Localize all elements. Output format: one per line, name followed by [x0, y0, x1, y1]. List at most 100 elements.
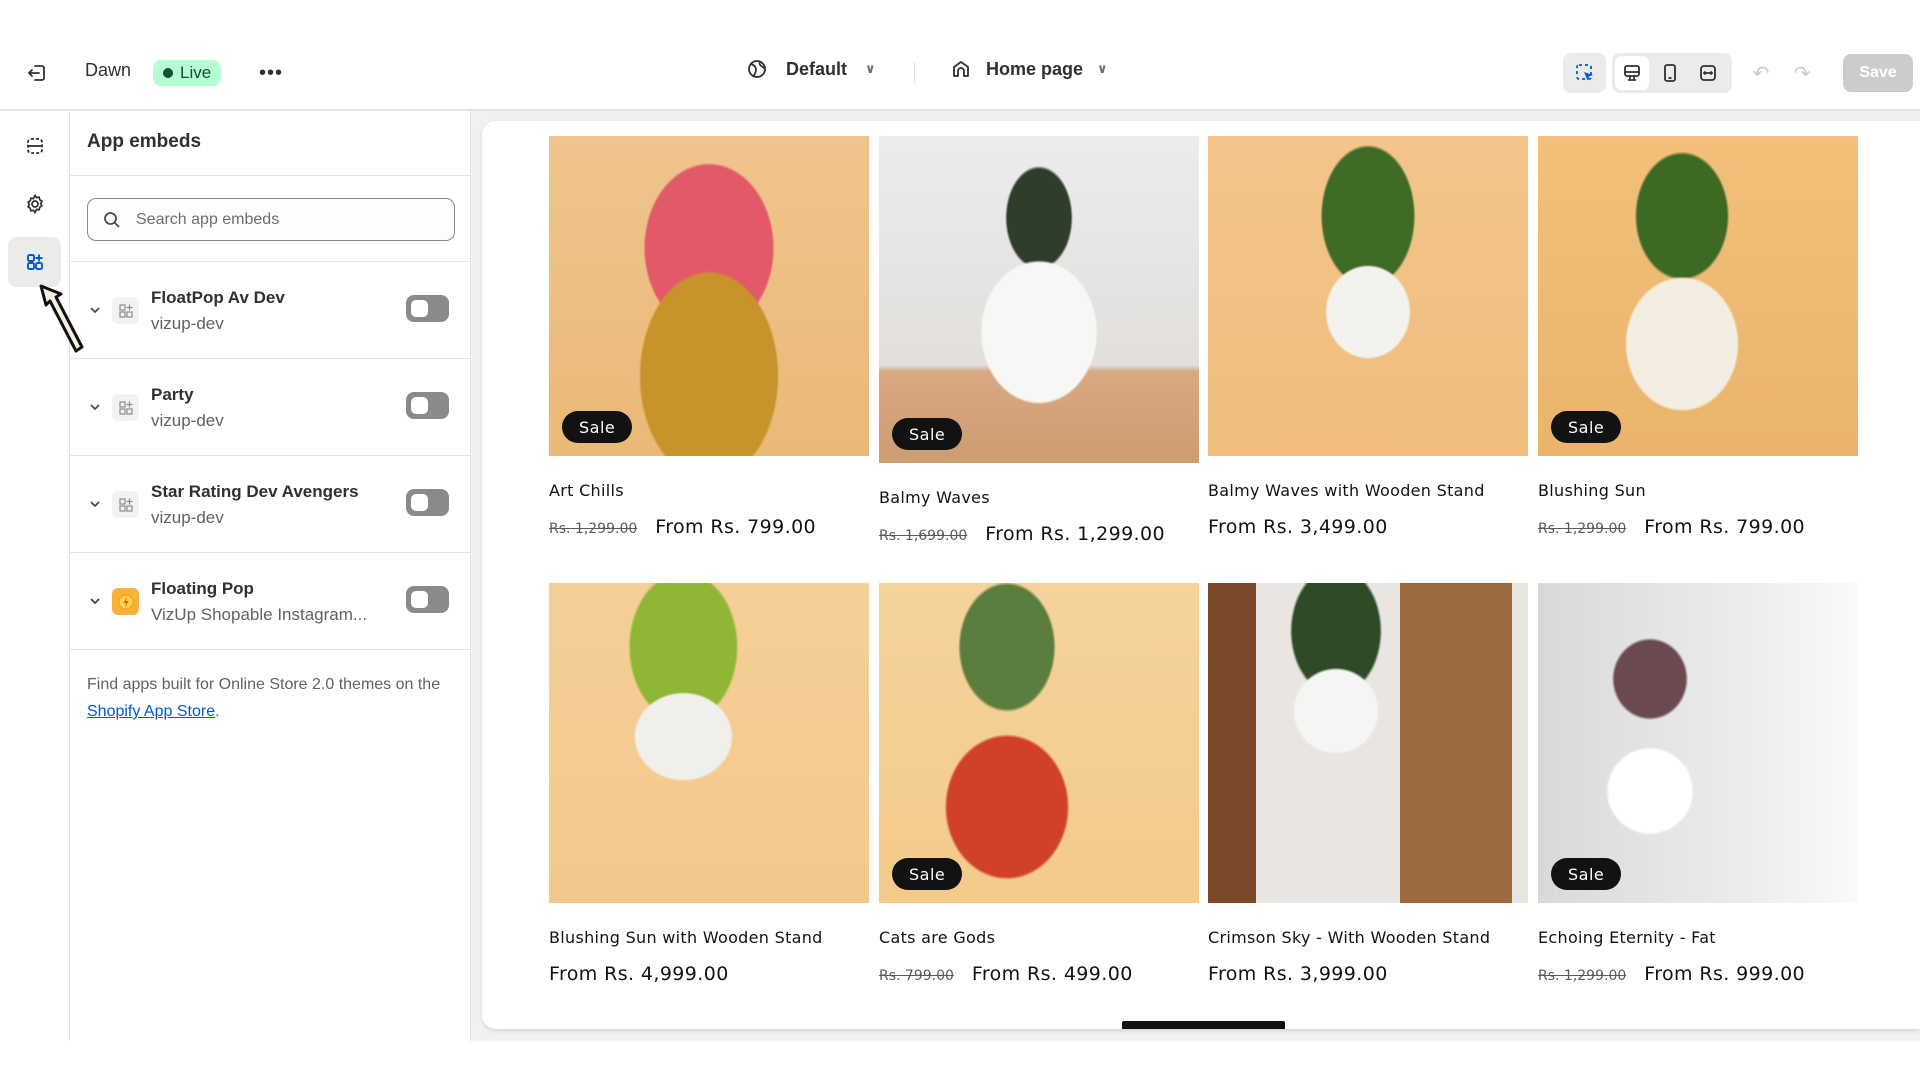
sale-badge: Sale [1551, 858, 1622, 890]
editor-topbar: Dawn Live ••• Default ∨ Home page ∨ ↶ ↷ … [0, 0, 1920, 111]
search-icon [104, 211, 120, 228]
sale-price: From Rs. 499.00 [971, 963, 1133, 985]
sale-badge: Sale [892, 858, 963, 890]
product-title[interactable]: Crimson Sky - With Wooden Stand [1208, 928, 1490, 947]
more-actions-button[interactable]: ••• [256, 58, 286, 88]
globe-icon [748, 60, 766, 78]
preview-scroll-indicator[interactable] [1122, 1021, 1285, 1029]
embed-toggle[interactable] [406, 295, 449, 322]
gear-icon [26, 193, 43, 215]
expand-chevron[interactable] [85, 397, 105, 417]
full-width-button[interactable] [1691, 56, 1725, 90]
product-image[interactable] [1208, 583, 1528, 903]
product-image[interactable]: Sale [1538, 583, 1858, 903]
select-element-icon [1575, 64, 1593, 81]
product-title[interactable]: Blushing Sun [1538, 481, 1646, 500]
search-input[interactable] [136, 210, 426, 229]
expand-chevron[interactable] [85, 300, 105, 320]
exit-icon [28, 65, 45, 81]
sale-price: From Rs. 3,999.00 [1208, 963, 1388, 985]
shopify-app-store-link[interactable]: Shopify App Store [87, 703, 215, 720]
search-field[interactable] [87, 198, 455, 241]
product-card[interactable]: Sale Balmy Waves Rs. 1,699.00 From Rs. 1,29… [879, 136, 1199, 556]
theme-setting-label: Default [786, 58, 848, 79]
product-title[interactable]: Art Chills [549, 481, 624, 500]
panel-divider [70, 175, 471, 176]
product-price: Rs. 1,699.00 From Rs. 1,299.00 [879, 523, 1165, 545]
product-card[interactable]: Sale Blushing Sun Rs. 1,299.00 From Rs. 799… [1538, 136, 1858, 556]
sale-price: From Rs. 999.00 [1644, 963, 1806, 985]
embed-provider: vizup-dev [151, 314, 224, 333]
sidebar-item-app-embeds[interactable] [8, 237, 61, 287]
sale-badge: Sale [892, 418, 963, 450]
embed-name: Party [151, 385, 194, 404]
exit-button[interactable] [20, 56, 54, 90]
embed-name: FloatPop Av Dev [151, 288, 285, 307]
chevron-down-icon: ∨ [865, 61, 876, 76]
app-grid-icon [112, 491, 139, 518]
app-grid-icon [112, 394, 139, 421]
product-image[interactable]: Sale [879, 136, 1199, 463]
product-image[interactable] [1208, 136, 1528, 456]
sections-icon [26, 138, 43, 154]
expand-chevron[interactable] [85, 591, 105, 611]
compare-at-price: Rs. 1,299.00 [1538, 521, 1627, 537]
product-image[interactable]: Sale [549, 136, 869, 456]
sidebar-item-sections[interactable] [8, 121, 61, 171]
theme-settings-select[interactable]: Default ∨ [746, 58, 876, 80]
undo-icon: ↶ [1752, 62, 1770, 85]
mobile-view-button[interactable] [1653, 56, 1687, 90]
redo-button[interactable]: ↷ [1787, 58, 1817, 88]
topbar-divider [914, 62, 915, 84]
app-embeds-panel: App embeds FloatPop Av Dev vizup-dev Par… [70, 111, 471, 1041]
home-icon [953, 61, 969, 77]
product-title[interactable]: Echoing Eternity - Fat [1538, 928, 1716, 947]
expand-chevron[interactable] [85, 494, 105, 514]
product-card[interactable]: Crimson Sky - With Wooden Stand From Rs. … [1208, 583, 1528, 1003]
product-price: From Rs. 3,999.00 [1208, 963, 1388, 985]
product-card[interactable]: Blushing Sun with Wooden Stand From Rs. 4… [549, 583, 869, 1003]
lightning-icon [112, 588, 139, 615]
app-embed-item: Floating Pop VizUp Shopable Instagram... [70, 553, 471, 650]
product-title[interactable]: Balmy Waves [879, 488, 990, 507]
sidebar-item-theme-settings[interactable] [8, 179, 61, 229]
product-image[interactable]: Sale [1538, 136, 1858, 456]
redo-icon: ↷ [1793, 62, 1811, 85]
product-price: Rs. 1,299.00 From Rs. 999.00 [1538, 963, 1805, 985]
product-title[interactable]: Balmy Waves with Wooden Stand [1208, 481, 1485, 500]
compare-at-price: Rs. 799.00 [879, 968, 954, 984]
embed-toggle[interactable] [406, 489, 449, 516]
undo-button[interactable]: ↶ [1746, 58, 1776, 88]
sale-badge: Sale [1551, 411, 1622, 443]
product-image[interactable]: Sale [879, 583, 1199, 903]
embed-name: Star Rating Dev Avengers [151, 482, 359, 501]
chevron-down-icon [90, 501, 100, 508]
chevron-down-icon: ∨ [1097, 61, 1108, 76]
sale-price: From Rs. 1,299.00 [985, 523, 1165, 545]
panel-footer-text: Find apps built for Online Store 2.0 the… [87, 671, 457, 725]
product-price: Rs. 1,299.00 From Rs. 799.00 [1538, 516, 1805, 538]
embed-toggle[interactable] [406, 586, 449, 613]
embed-toggle[interactable] [406, 392, 449, 419]
compare-at-price: Rs. 1,299.00 [549, 521, 638, 537]
product-card[interactable]: Sale Art Chills Rs. 1,299.00 From Rs. 799.0… [549, 136, 869, 556]
mobile-icon [1664, 64, 1676, 82]
product-title[interactable]: Blushing Sun with Wooden Stand [549, 928, 823, 947]
mouse-pointer-icon [39, 284, 84, 353]
product-image[interactable] [549, 583, 869, 903]
page-select[interactable]: Home page ∨ [950, 58, 1108, 80]
product-card[interactable]: Sale Cats are Gods Rs. 799.00 From Rs. 499.… [879, 583, 1199, 1003]
product-title[interactable]: Cats are Gods [879, 928, 995, 947]
embed-provider: vizup-dev [151, 411, 224, 430]
app-embed-item: Star Rating Dev Avengers vizup-dev [70, 456, 471, 553]
sale-badge: Sale [562, 411, 633, 443]
compare-at-price: Rs. 1,699.00 [879, 528, 968, 544]
product-price: From Rs. 4,999.00 [549, 963, 729, 985]
desktop-view-button[interactable] [1615, 56, 1649, 90]
product-card[interactable]: Balmy Waves with Wooden Stand From Rs. 3,… [1208, 136, 1528, 556]
save-button[interactable]: Save [1843, 54, 1913, 92]
desktop-icon [1624, 65, 1640, 81]
product-card[interactable]: Sale Echoing Eternity - Fat Rs. 1,299.00 Fr… [1538, 583, 1858, 1003]
inspector-toggle-button[interactable] [1563, 53, 1606, 93]
panel-title: App embeds [87, 131, 202, 152]
